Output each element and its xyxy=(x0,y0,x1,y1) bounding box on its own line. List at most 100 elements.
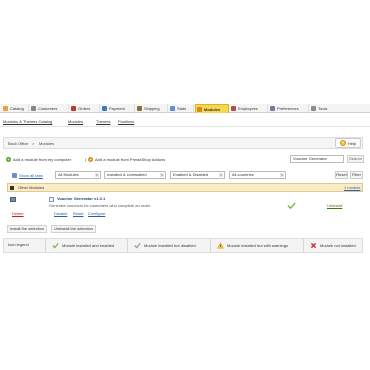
legend-divider xyxy=(210,239,211,252)
warning-icon xyxy=(217,242,224,249)
grid-icon xyxy=(12,172,17,178)
filter-countries-value: All countries xyxy=(232,172,254,177)
search-button[interactable]: Search xyxy=(347,155,364,163)
legend-label: Module not installed xyxy=(320,243,356,248)
reset-filter-button[interactable]: Reset xyxy=(335,171,348,179)
tab-label: Employees xyxy=(238,106,258,111)
filter-enabled-select[interactable]: Enabled & Disabled ▾ xyxy=(170,171,225,179)
tab-label: Payment xyxy=(109,106,125,111)
tab-orders[interactable]: Orders xyxy=(70,104,100,113)
category-module-count[interactable]: 1 module xyxy=(344,185,360,190)
configure-module-link[interactable]: Configure xyxy=(88,211,105,216)
stats-icon xyxy=(170,106,175,111)
module-select-checkbox[interactable] xyxy=(49,197,54,202)
chevron-down-icon: ▾ xyxy=(95,173,99,177)
employees-icon xyxy=(231,106,236,111)
tab-catalog[interactable]: Catalog xyxy=(2,104,29,113)
submenu-link-themes[interactable]: Themes xyxy=(96,119,110,124)
tab-label: Tools xyxy=(318,106,328,111)
submenu-link-modules[interactable]: Modules xyxy=(68,119,83,124)
legend-divider xyxy=(127,239,128,252)
collapse-icon[interactable] xyxy=(10,186,14,190)
tab-employees[interactable]: Employees xyxy=(230,104,268,113)
tab-label: Modules xyxy=(204,106,221,112)
delete-module-link[interactable]: Delete xyxy=(12,211,24,216)
breadcrumb-separator: > xyxy=(32,141,35,146)
tab-tools[interactable]: Tools xyxy=(310,104,336,113)
category-name: Other Modules xyxy=(18,185,45,190)
payment-icon xyxy=(102,106,107,111)
filter-installed-value: Installed & Uninstalled xyxy=(107,172,147,177)
show-icons-label: Show all tabs xyxy=(19,172,43,178)
tab-label: Preferences xyxy=(277,106,299,111)
customers-icon xyxy=(31,106,36,111)
filter-modules-value: All Modules xyxy=(58,172,79,177)
add-module-from-addons[interactable]: + Add a module from PrestaShop Addons xyxy=(88,157,165,162)
show-all-tabs-toggle[interactable]: Show all tabs xyxy=(12,171,48,179)
chevron-down-icon: ▾ xyxy=(219,173,223,177)
chevron-down-icon: ▾ xyxy=(280,173,284,177)
help-icon: ? xyxy=(339,140,346,146)
add-from-addons-label: Add a module from PrestaShop Addons xyxy=(95,157,166,162)
preferences-icon xyxy=(270,106,275,111)
help-button[interactable]: ? Help xyxy=(335,138,361,148)
modules-icon xyxy=(197,106,202,112)
filter-installed-select[interactable]: Installed & Uninstalled ▾ xyxy=(104,171,166,179)
page-header xyxy=(3,137,363,149)
legend-label: Module installed but disabled xyxy=(144,243,196,248)
legend-item-warning: Module installed but with warnings xyxy=(217,242,288,249)
disable-module-link[interactable]: Disable xyxy=(54,211,67,216)
submenu-link-catalog[interactable]: Modules & Themes Catalog xyxy=(3,119,52,124)
filter-countries-select[interactable]: All countries ▾ xyxy=(229,171,286,179)
check-grey-icon xyxy=(134,242,141,249)
tab-preferences[interactable]: Preferences xyxy=(269,104,309,113)
tab-shipping[interactable]: Shipping xyxy=(136,104,168,113)
legend-item-disabled: Module installed but disabled xyxy=(134,242,196,249)
add-icon: + xyxy=(6,157,11,162)
check-icon xyxy=(52,242,59,249)
tab-stats[interactable]: Stats xyxy=(169,104,194,113)
filter-modules-select[interactable]: All Modules ▾ xyxy=(55,171,101,179)
module-name: Voucher Generator v1.0.1 xyxy=(57,196,106,201)
module-logo-icon xyxy=(10,197,16,202)
catalog-icon xyxy=(3,106,8,111)
legend-divider xyxy=(45,239,46,252)
filter-enabled-value: Enabled & Disabled xyxy=(173,172,209,177)
legend-divider xyxy=(303,239,304,252)
reset-module-link[interactable]: Reset xyxy=(73,211,83,216)
uninstall-module-link[interactable]: Uninstall xyxy=(327,203,342,208)
install-selection-button[interactable]: Install the selection xyxy=(7,225,48,233)
legend-label: Module installed but with warnings xyxy=(227,243,288,248)
chevron-down-icon: ▾ xyxy=(160,173,164,177)
add-module-from-computer[interactable]: + Add a module from my computer xyxy=(6,157,71,162)
module-description: Generate vouchers for customers who comp… xyxy=(49,203,152,208)
legend-title: Icon legend xyxy=(8,242,29,247)
tab-label: Catalog xyxy=(10,106,24,111)
tab-label: Stats xyxy=(177,106,187,111)
tools-icon xyxy=(311,106,316,111)
tab-label: Shipping xyxy=(144,106,160,111)
category-header[interactable] xyxy=(7,183,363,192)
legend-label: Module installed and enabled xyxy=(62,243,115,248)
submenu-link-positions[interactable]: Positions xyxy=(118,119,134,124)
link-separator: | xyxy=(85,157,87,162)
tab-label: Customers xyxy=(38,106,58,111)
tab-label: Orders xyxy=(78,106,91,111)
breadcrumb-root[interactable]: Back Office xyxy=(8,141,28,146)
help-label: Help xyxy=(347,140,357,146)
orders-icon xyxy=(71,106,76,111)
addons-icon: + xyxy=(88,157,93,162)
uninstall-selection-button[interactable]: Uninstall the selection xyxy=(51,225,96,233)
check-icon xyxy=(287,202,296,210)
cross-icon xyxy=(310,242,317,249)
tab-customers[interactable]: Customers xyxy=(30,104,69,113)
sub-menu xyxy=(0,113,370,127)
tab-modules[interactable]: Modules xyxy=(195,104,229,113)
module-search-input[interactable]: Voucher Generator xyxy=(290,155,344,163)
legend-item-enabled: Module installed and enabled xyxy=(52,242,114,249)
tab-payment[interactable]: Payment xyxy=(101,104,135,113)
add-from-computer-label: Add a module from my computer xyxy=(13,157,72,162)
legend-item-not-installed: Module not installed xyxy=(310,242,356,249)
shipping-icon xyxy=(137,106,142,111)
apply-filter-button[interactable]: Filter xyxy=(350,171,363,179)
